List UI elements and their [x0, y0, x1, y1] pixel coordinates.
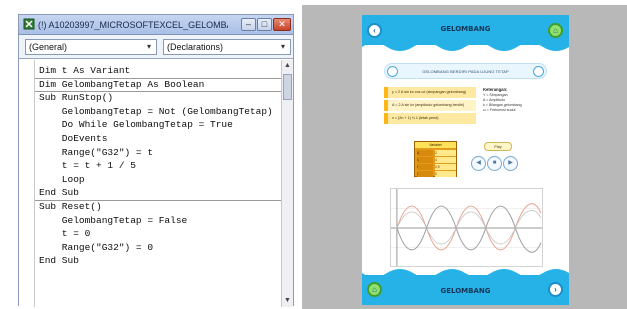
procedure-dropdown-value: (Declarations) — [167, 42, 224, 52]
close-button[interactable]: ✕ — [273, 18, 291, 31]
code-editor[interactable]: Dim t As Variant Dim GelombangTetap As B… — [19, 60, 293, 307]
parameter-row: A 2 — [417, 150, 456, 157]
topic-banner: GELOMBANG BERDIRI PADA UJUNG TETAP — [384, 63, 547, 79]
code-line-text: Dim GelombangTetap As Boolean — [39, 78, 205, 90]
equation-box: A = 2 A sin kx (amplitudo gelombang berd… — [384, 100, 476, 111]
next-button[interactable]: › — [548, 282, 563, 297]
parameter-key: λ — [417, 157, 433, 163]
scroll-up-arrow-icon[interactable]: ▲ — [282, 60, 293, 72]
code-line[interactable]: Range("G32") = t — [39, 146, 281, 160]
code-line[interactable]: t = t + 1 / 5 — [39, 159, 281, 173]
stop-button[interactable]: ■ — [487, 156, 502, 171]
parameter-key: A — [417, 150, 433, 156]
arrow-right-icon: › — [554, 285, 557, 294]
object-dropdown[interactable]: (General) ▾ — [25, 39, 157, 55]
code-line[interactable]: GelombangTetap = False — [39, 214, 281, 228]
code-line[interactable]: Range("G32") = 0 — [39, 241, 281, 255]
forward-button[interactable]: ▶ — [503, 156, 518, 171]
code-line[interactable]: Dim GelombangTetap As Boolean — [35, 77, 281, 92]
bullet-icon — [387, 66, 398, 77]
parameter-table: Variabel A 2 λ 4 f 0,5 t 0 — [414, 141, 457, 177]
legend-item: ω = Frekuensi sudut — [483, 108, 516, 112]
play-button[interactable]: Play — [484, 142, 512, 151]
app-footer-title: GELOMBANG — [440, 287, 491, 295]
procedure-separator — [35, 91, 281, 93]
vba-combo-bar: (General) ▾ (Declarations) ▾ — [19, 35, 293, 59]
bullet-icon — [533, 66, 544, 77]
app-footer: GELOMBANG — [362, 275, 569, 305]
excel-app-icon — [23, 18, 35, 30]
parameter-row: t 0 — [417, 171, 456, 178]
code-line[interactable]: Loop — [39, 173, 281, 187]
vba-code-window: (!) A10203997_MICROSOFTEXCEL_GELOMBAN...… — [18, 14, 294, 307]
vertical-scrollbar[interactable]: ▲ ▼ — [281, 60, 293, 307]
scroll-thumb[interactable] — [283, 74, 292, 100]
rewind-icon: ◀ — [476, 160, 481, 166]
code-line-text: Sub Reset() — [39, 200, 102, 212]
parameter-row: λ 4 — [417, 157, 456, 164]
home-icon: ⌂ — [372, 285, 377, 294]
wave-curve-2 — [396, 205, 542, 253]
play-icon: ▶ — [508, 160, 513, 166]
parameter-key: t — [417, 171, 433, 177]
procedure-separator — [35, 77, 281, 79]
equation-box: y = 2 A sin kx cos ωt (simpangan gelomba… — [384, 87, 476, 98]
code-line[interactable]: End Sub — [39, 186, 281, 200]
stop-icon: ■ — [492, 160, 497, 166]
code-line[interactable]: End Sub — [39, 254, 281, 268]
equation-box: x = (2n + 1) ¼ λ (letak perut) — [384, 113, 476, 124]
arrow-left-icon: ‹ — [373, 26, 376, 35]
code-line[interactable]: Sub Reset() — [35, 199, 281, 214]
app-title: GELOMBANG — [440, 25, 491, 33]
parameter-value-input[interactable]: 0,5 — [435, 164, 456, 170]
minimize-button[interactable]: – — [241, 18, 256, 31]
menu-button[interactable]: ⌂ — [548, 23, 563, 38]
standing-wave-graph — [390, 188, 543, 267]
rewind-button[interactable]: ◀ — [471, 156, 486, 171]
code-line[interactable]: Dim t As Variant — [39, 64, 281, 78]
parameter-value-input[interactable]: 4 — [435, 157, 456, 163]
code-margin — [19, 60, 35, 307]
topic-title: GELOMBANG BERDIRI PADA UJUNG TETAP — [422, 69, 509, 74]
parameter-value-input[interactable]: 2 — [435, 150, 456, 156]
procedure-separator — [35, 199, 281, 201]
code-line[interactable]: Sub RunStop() — [35, 91, 281, 105]
header-wave-decoration — [362, 41, 569, 51]
wave-curve-1 — [396, 203, 542, 251]
chevron-down-icon[interactable]: ▾ — [276, 40, 290, 54]
code-line-text: Sub RunStop() — [39, 92, 114, 104]
vba-window-title: (!) A10203997_MICROSOFTEXCEL_GELOMBAN... — [38, 20, 228, 30]
vba-titlebar[interactable]: (!) A10203997_MICROSOFTEXCEL_GELOMBAN...… — [19, 15, 293, 35]
legend: Keterangan: Y = Simpangan A = Amplitudo … — [483, 87, 553, 127]
code-line[interactable]: Do While GelombangTetap = True — [39, 118, 281, 132]
app-preview-panel: ‹ GELOMBANG ⌂ GELOMBANG BERDIRI PADA UJU… — [302, 5, 627, 309]
parameter-table-title: Variabel — [415, 142, 456, 148]
home-button[interactable]: ⌂ — [367, 282, 382, 297]
parameter-row: f 0,5 — [417, 164, 456, 171]
code-line[interactable]: GelombangTetap = Not (GelombangTetap) — [39, 105, 281, 119]
chevron-down-icon[interactable]: ▾ — [142, 40, 156, 54]
code-line[interactable]: t = 0 — [39, 227, 281, 241]
code-line[interactable]: DoEvents — [39, 132, 281, 146]
scroll-down-arrow-icon[interactable]: ▼ — [282, 295, 293, 307]
parameter-value-input[interactable]: 0 — [435, 171, 456, 177]
back-button[interactable]: ‹ — [367, 23, 382, 38]
procedure-dropdown[interactable]: (Declarations) ▾ — [163, 39, 291, 55]
object-dropdown-value: (General) — [29, 42, 68, 52]
code-lines[interactable]: Dim t As Variant Dim GelombangTetap As B… — [35, 64, 281, 268]
parameter-key: f — [417, 164, 433, 170]
home-icon: ⌂ — [553, 26, 558, 35]
wave-simulation-app: ‹ GELOMBANG ⌂ GELOMBANG BERDIRI PADA UJU… — [362, 15, 569, 305]
maximize-button[interactable]: □ — [257, 18, 272, 31]
